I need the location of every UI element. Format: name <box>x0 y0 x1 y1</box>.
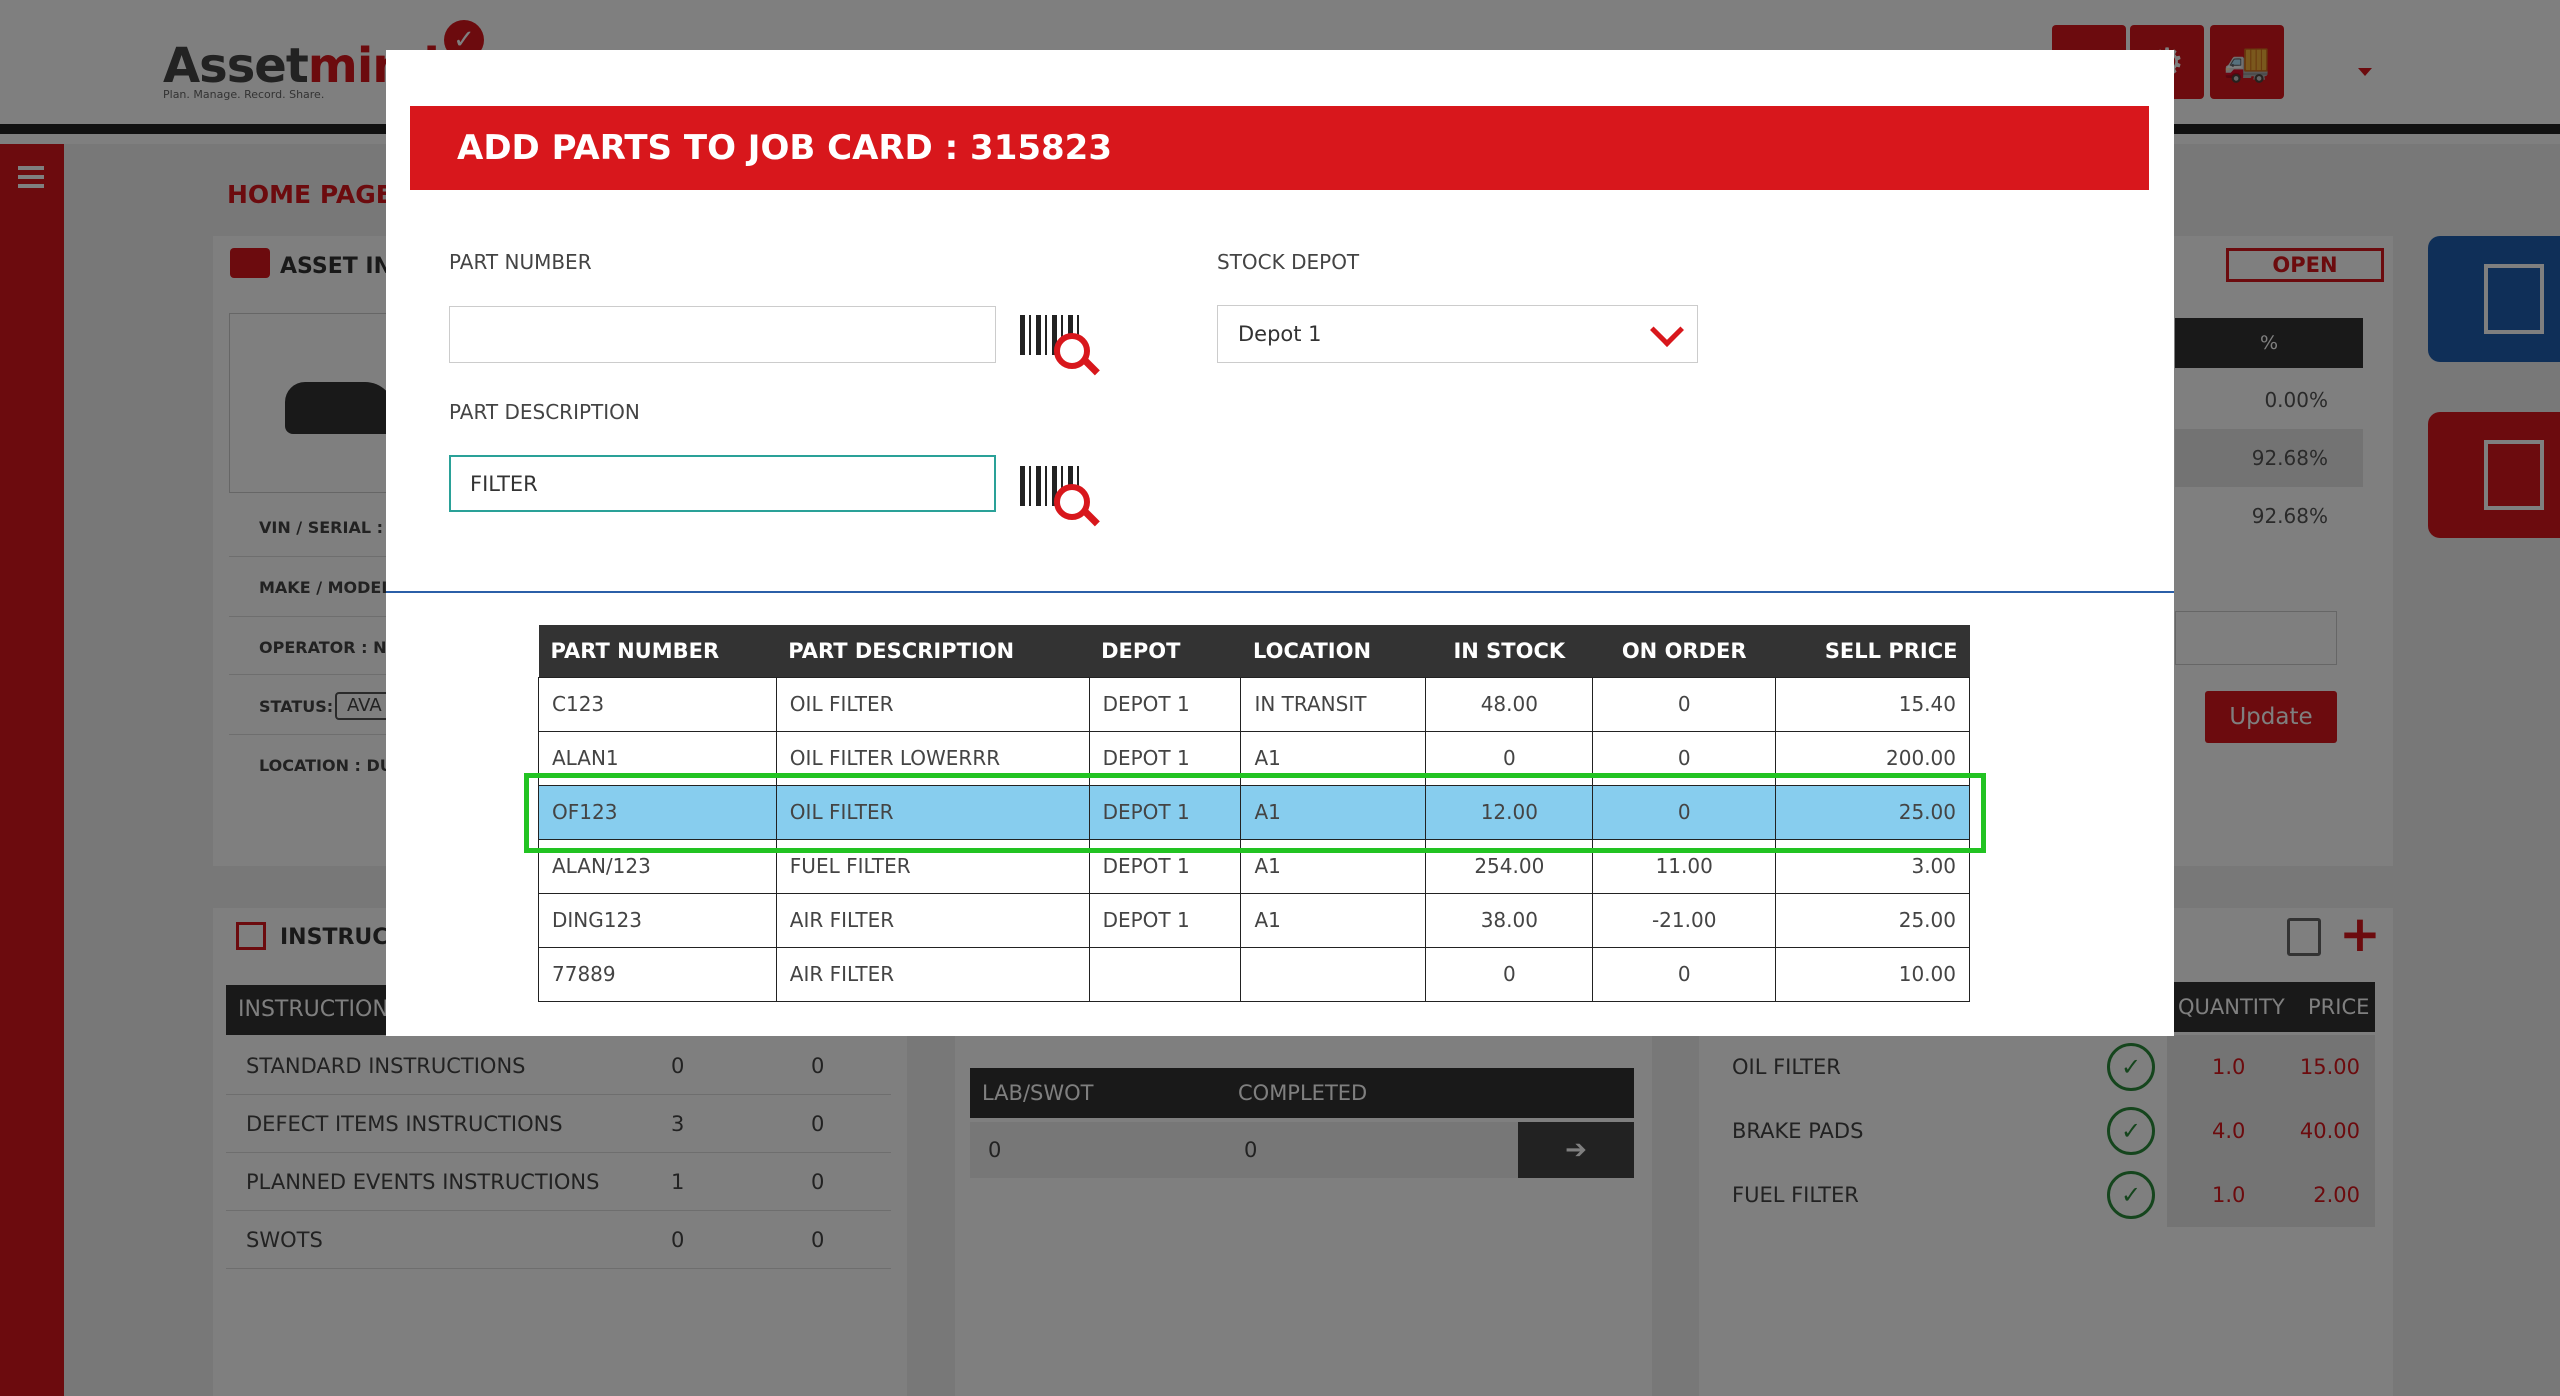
cell-in-stock: 12.00 <box>1425 784 1594 840</box>
cell-depot: DEPOT 1 <box>1088 892 1242 948</box>
table-row[interactable]: 77889 AIR FILTER 0 0 10.00 <box>538 946 1970 1002</box>
cell-part-description: OIL FILTER LOWERRR <box>775 730 1090 786</box>
modal-title: ADD PARTS TO JOB CARD : 315823 <box>410 106 2149 190</box>
table-row[interactable]: ALAN/123 FUEL FILTER DEPOT 1 A1 254.00 1… <box>538 838 1970 894</box>
cell-part-description: FUEL FILTER <box>775 838 1090 894</box>
barcode-search-icon[interactable] <box>1020 311 1100 377</box>
cell-sell-price: 200.00 <box>1775 730 1970 786</box>
part-description-input[interactable] <box>449 455 996 512</box>
modal-divider <box>386 591 2174 593</box>
cell-part-number: OF123 <box>538 784 777 840</box>
cell-in-stock: 0 <box>1425 730 1594 786</box>
table-row[interactable]: ALAN1 OIL FILTER LOWERRR DEPOT 1 A1 0 0 … <box>538 730 1970 786</box>
table-row[interactable]: C123 OIL FILTER DEPOT 1 IN TRANSIT 48.00… <box>538 676 1970 732</box>
cell-part-number: 77889 <box>538 946 777 1002</box>
cell-on-order: 11.00 <box>1592 838 1777 894</box>
cell-part-number: ALAN1 <box>538 730 777 786</box>
col-on-order[interactable]: ON ORDER <box>1592 625 1776 677</box>
stock-depot-value: Depot 1 <box>1238 322 1322 346</box>
col-in-stock[interactable]: IN STOCK <box>1425 625 1593 677</box>
cell-part-number: DING123 <box>538 892 777 948</box>
cell-on-order: 0 <box>1592 946 1777 1002</box>
cell-in-stock: 48.00 <box>1425 676 1594 732</box>
part-number-input[interactable] <box>449 306 996 363</box>
col-sell-price[interactable]: SELL PRICE <box>1775 625 1970 677</box>
cell-location <box>1240 946 1427 1002</box>
cell-in-stock: 0 <box>1425 946 1594 1002</box>
cell-part-number: ALAN/123 <box>538 838 777 894</box>
cell-in-stock: 254.00 <box>1425 838 1594 894</box>
table-header-row: PART NUMBER PART DESCRIPTION DEPOT LOCAT… <box>538 625 1970 677</box>
table-row[interactable]: DING123 AIR FILTER DEPOT 1 A1 38.00 -21.… <box>538 892 1970 948</box>
col-location[interactable]: LOCATION <box>1240 625 1426 677</box>
cell-sell-price: 25.00 <box>1775 784 1970 840</box>
cell-sell-price: 3.00 <box>1775 838 1970 894</box>
cell-sell-price: 25.00 <box>1775 892 1970 948</box>
cell-location: A1 <box>1240 838 1427 894</box>
cell-sell-price: 15.40 <box>1775 676 1970 732</box>
cell-in-stock: 38.00 <box>1425 892 1594 948</box>
part-description-label: PART DESCRIPTION <box>449 400 640 424</box>
cell-depot <box>1088 946 1242 1002</box>
barcode-search-icon[interactable] <box>1020 462 1100 528</box>
stock-depot-label: STOCK DEPOT <box>1217 250 1360 274</box>
col-depot[interactable]: DEPOT <box>1089 625 1241 677</box>
part-number-label: PART NUMBER <box>449 250 592 274</box>
cell-depot: DEPOT 1 <box>1088 730 1242 786</box>
parts-results-table: PART NUMBER PART DESCRIPTION DEPOT LOCAT… <box>538 625 1970 1002</box>
cell-part-description: OIL FILTER <box>775 784 1090 840</box>
cell-sell-price: 10.00 <box>1775 946 1970 1002</box>
cell-location: IN TRANSIT <box>1240 676 1427 732</box>
table-row-selected[interactable]: OF123 OIL FILTER DEPOT 1 A1 12.00 0 25.0… <box>538 784 1970 840</box>
cell-location: A1 <box>1240 730 1427 786</box>
cell-depot: DEPOT 1 <box>1088 838 1242 894</box>
cell-depot: DEPOT 1 <box>1088 676 1242 732</box>
col-part-description[interactable]: PART DESCRIPTION <box>776 625 1090 677</box>
cell-location: A1 <box>1240 784 1427 840</box>
cell-on-order: -21.00 <box>1592 892 1777 948</box>
cell-on-order: 0 <box>1592 784 1777 840</box>
add-parts-modal: ADD PARTS TO JOB CARD : 315823 PART NUMB… <box>386 50 2174 1036</box>
cell-part-description: OIL FILTER <box>775 676 1090 732</box>
cell-on-order: 0 <box>1592 730 1777 786</box>
cell-part-description: AIR FILTER <box>775 892 1090 948</box>
cell-on-order: 0 <box>1592 676 1777 732</box>
chevron-down-icon <box>1650 313 1684 347</box>
col-part-number[interactable]: PART NUMBER <box>538 625 777 677</box>
cell-part-description: AIR FILTER <box>775 946 1090 1002</box>
stock-depot-select[interactable]: Depot 1 <box>1217 305 1698 363</box>
cell-depot: DEPOT 1 <box>1088 784 1242 840</box>
cell-location: A1 <box>1240 892 1427 948</box>
cell-part-number: C123 <box>538 676 777 732</box>
